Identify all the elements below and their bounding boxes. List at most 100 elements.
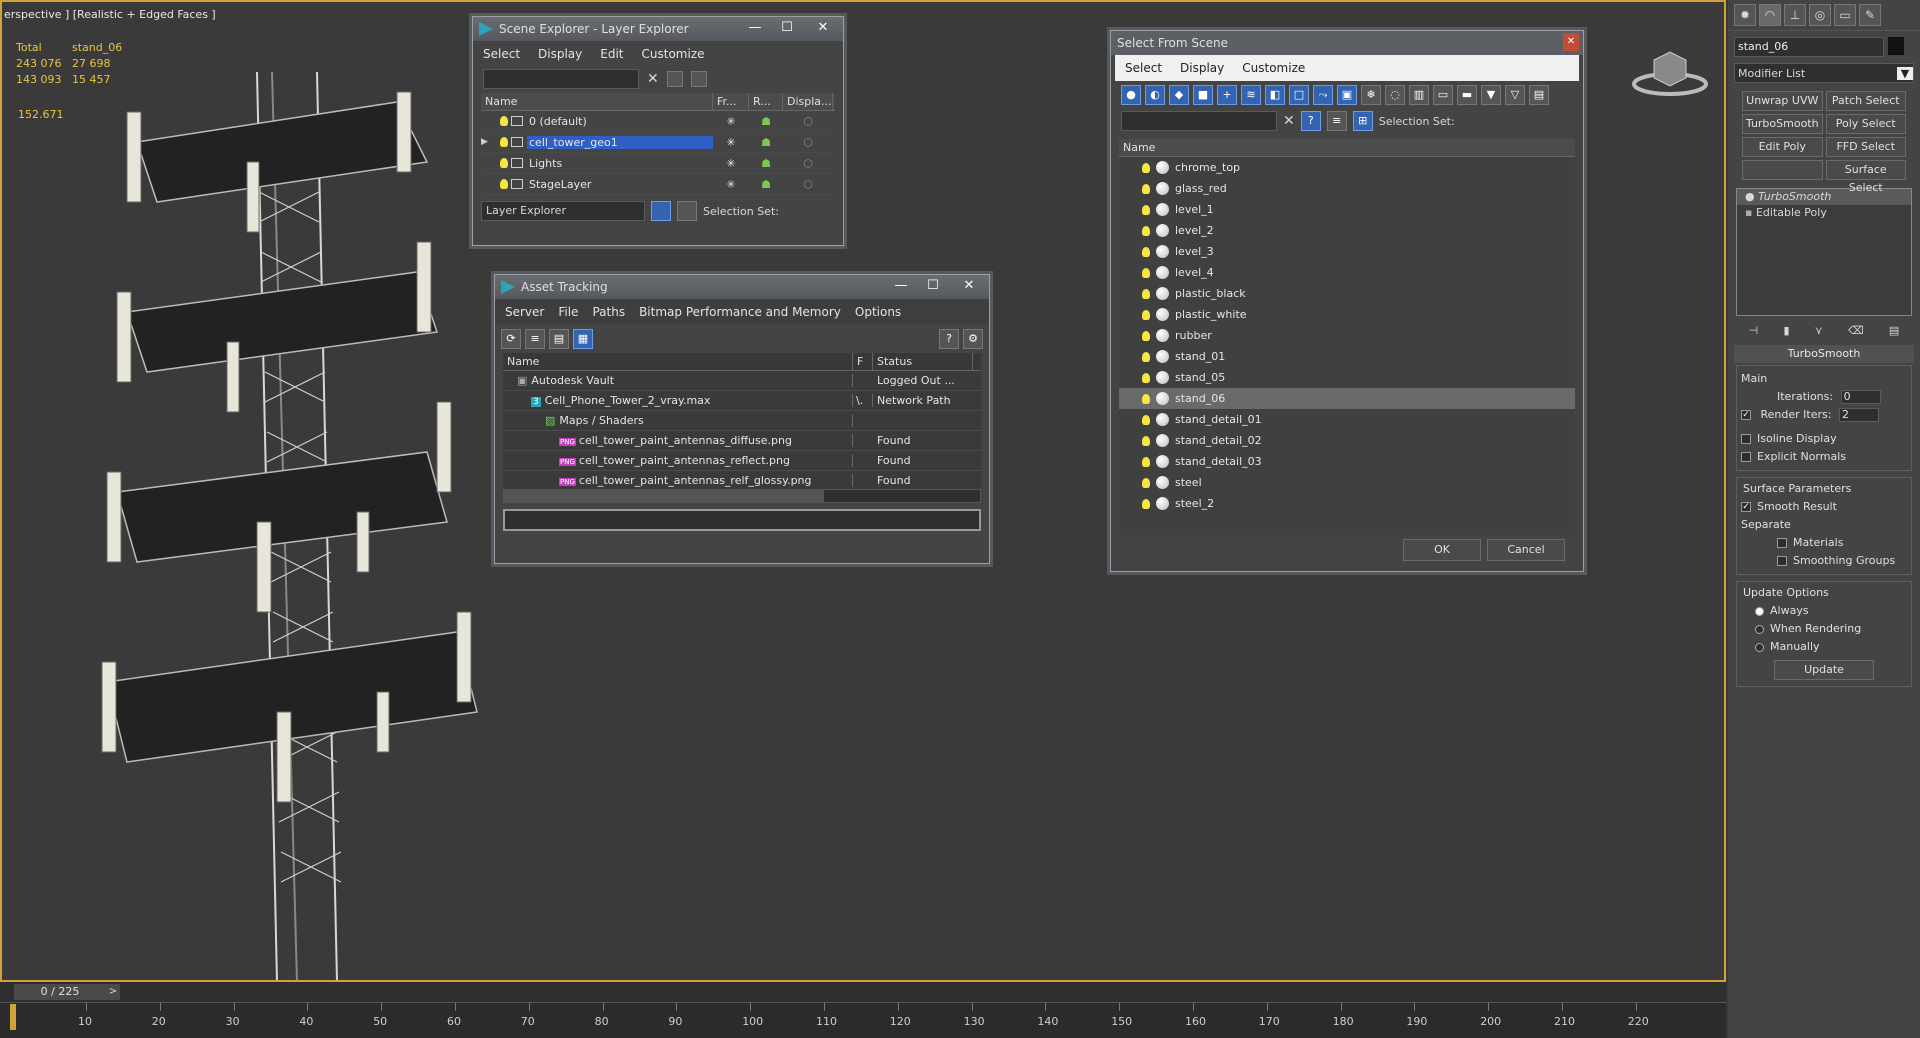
always-radio[interactable] xyxy=(1755,606,1764,616)
display-box-icon[interactable]: ⬡ xyxy=(783,136,833,149)
refresh-icon[interactable]: ⟳ xyxy=(501,329,521,349)
asset-tracking-titlebar[interactable]: Asset Tracking — ☐ ✕ xyxy=(495,275,989,299)
freeze-icon[interactable]: ✳ xyxy=(713,178,749,191)
object-row[interactable]: level_2 xyxy=(1119,220,1575,241)
col-display[interactable]: Displa... xyxy=(783,93,833,110)
object-row[interactable]: stand_05 xyxy=(1119,367,1575,388)
object-row[interactable]: stand_01 xyxy=(1119,346,1575,367)
modifier-set-button[interactable] xyxy=(1742,160,1823,180)
sfs-search-input[interactable] xyxy=(1121,111,1277,131)
spacewarps-filter-icon[interactable]: ≋ xyxy=(1241,85,1261,105)
current-frame-marker[interactable] xyxy=(10,1004,16,1030)
when-rendering-radio[interactable] xyxy=(1755,624,1764,634)
help-icon[interactable]: ? xyxy=(939,329,959,349)
modifier-set-button[interactable]: Surface Select xyxy=(1825,160,1906,194)
menu-bitmap[interactable]: Bitmap Performance and Memory xyxy=(639,305,841,319)
bulb-icon[interactable] xyxy=(1142,183,1150,194)
display-box-icon[interactable]: ⬡ xyxy=(783,178,833,191)
object-row[interactable]: rubber xyxy=(1119,325,1575,346)
timeline-ruler[interactable]: 10 20 30 40 50 60 70 80 90 100 110 120 130 140 150 160 1… xyxy=(0,1002,1726,1038)
next-frame-button[interactable]: > xyxy=(106,984,120,1000)
layer-row[interactable]: Lights ✳ ☗ ⬡ xyxy=(481,153,835,174)
motion-tab-icon[interactable]: ◎ xyxy=(1809,4,1831,26)
expand-icon[interactable]: ▪ xyxy=(1745,206,1756,219)
modifier-set-button[interactable]: FFD Select xyxy=(1825,137,1906,157)
col-status[interactable]: Status xyxy=(873,353,973,370)
display-box-icon[interactable]: ⬡ xyxy=(783,115,833,128)
layer-row[interactable]: 0 (default) ✳ ☗ ⬡ xyxy=(481,111,835,132)
layers-icon[interactable]: ≡ xyxy=(1326,111,1347,131)
asset-row[interactable]: PNG cell_tower_paint_antennas_reflect.png… xyxy=(503,451,981,471)
expand-icon[interactable]: ▶ xyxy=(481,137,497,147)
frozen-filter-icon[interactable]: ❄ xyxy=(1361,85,1381,105)
object-row[interactable]: stand_06 xyxy=(1119,388,1575,409)
menu-server[interactable]: Server xyxy=(505,305,544,319)
cell-tower-model[interactable] xyxy=(97,72,497,982)
stack-item-editable-poly[interactable]: ▪ Editable Poly xyxy=(1737,205,1911,221)
col-render[interactable]: R... xyxy=(749,93,783,110)
object-row[interactable]: plastic_white xyxy=(1119,304,1575,325)
col-f[interactable]: F xyxy=(853,353,873,370)
funnel-options-icon[interactable]: ▽ xyxy=(1505,85,1525,105)
bulb-icon[interactable] xyxy=(1142,309,1150,320)
bulb-icon[interactable] xyxy=(1142,498,1150,509)
shapes-filter-icon[interactable]: ◐ xyxy=(1145,85,1165,105)
object-row[interactable]: stand_detail_02 xyxy=(1119,430,1575,451)
bones-filter-icon[interactable]: ⤳ xyxy=(1313,85,1333,105)
modifier-set-button[interactable]: TurboSmooth xyxy=(1742,114,1823,134)
freeze-icon[interactable]: ✳ xyxy=(713,157,749,170)
menu-file[interactable]: File xyxy=(558,305,578,319)
bulb-icon[interactable] xyxy=(1142,267,1150,278)
render-teapot-icon[interactable]: ☗ xyxy=(749,157,783,170)
cancel-button[interactable]: Cancel xyxy=(1487,539,1565,561)
object-row[interactable]: glass_red xyxy=(1119,178,1575,199)
object-row[interactable]: steel_2 xyxy=(1119,493,1575,514)
table-view-icon[interactable]: ▦ xyxy=(573,329,593,349)
bulb-icon[interactable]: ● xyxy=(1745,190,1758,203)
freeze-icon[interactable]: ✳ xyxy=(713,136,749,149)
invert-filter-icon[interactable]: ▬ xyxy=(1457,85,1477,105)
geometry-filter-icon[interactable]: ● xyxy=(1121,85,1141,105)
object-row[interactable]: level_1 xyxy=(1119,199,1575,220)
iterations-spinner[interactable]: 0 xyxy=(1840,390,1881,404)
asset-path-field[interactable] xyxy=(503,509,981,531)
render-teapot-icon[interactable]: ☗ xyxy=(749,115,783,128)
bulb-icon[interactable] xyxy=(1142,330,1150,341)
close-button[interactable]: ✕ xyxy=(953,277,985,295)
menu-customize[interactable]: Customize xyxy=(642,47,705,61)
find-case-icon[interactable]: ? xyxy=(1300,111,1321,131)
object-name-field[interactable]: stand_06 xyxy=(1734,37,1884,57)
remove-modifier-icon[interactable]: ⌫ xyxy=(1848,324,1864,337)
select-from-scene-titlebar[interactable]: Select From Scene ✕ xyxy=(1111,31,1583,55)
object-row[interactable]: chrome_top xyxy=(1119,157,1575,178)
create-tab-icon[interactable]: ✹ xyxy=(1734,4,1756,26)
modifier-set-button[interactable]: Unwrap UVW xyxy=(1742,91,1823,111)
menu-edit[interactable]: Edit xyxy=(600,47,623,61)
bulb-icon[interactable] xyxy=(1142,372,1150,383)
list-view-icon[interactable]: ≡ xyxy=(525,329,545,349)
asset-row[interactable]: ▣ Autodesk Vault Logged Out ... xyxy=(503,371,981,391)
col-name[interactable]: Name xyxy=(1119,139,1573,156)
isoline-checkbox[interactable] xyxy=(1741,434,1751,444)
bulb-icon[interactable] xyxy=(1142,477,1150,488)
minimize-button[interactable]: — xyxy=(739,19,771,37)
containers-filter-icon[interactable]: ▣ xyxy=(1337,85,1357,105)
bulb-icon[interactable] xyxy=(1142,414,1150,425)
materials-checkbox[interactable] xyxy=(1777,538,1787,548)
bulb-icon[interactable] xyxy=(1142,435,1150,446)
explorer-type-dropdown[interactable]: Layer Explorer xyxy=(481,201,645,221)
render-iters-checkbox[interactable]: ✓ xyxy=(1741,410,1751,420)
modifier-set-button[interactable]: Patch Select xyxy=(1825,91,1906,111)
cameras-filter-icon[interactable]: ■ xyxy=(1193,85,1213,105)
hierarchy-tab-icon[interactable]: ⊥ xyxy=(1784,4,1806,26)
object-row[interactable]: stand_detail_03 xyxy=(1119,451,1575,472)
object-row[interactable]: level_4 xyxy=(1119,262,1575,283)
object-row[interactable]: stand_detail_01 xyxy=(1119,409,1575,430)
xrefs-filter-icon[interactable]: □ xyxy=(1289,85,1309,105)
close-button[interactable]: ✕ xyxy=(807,19,839,37)
bulb-icon[interactable] xyxy=(1142,225,1150,236)
bulb-icon[interactable] xyxy=(1142,162,1150,173)
utilities-tab-icon[interactable]: ✎ xyxy=(1859,4,1881,26)
funnel-icon[interactable]: ▼ xyxy=(1481,85,1501,105)
stack-item-turbosmooth[interactable]: ● TurboSmooth xyxy=(1737,189,1911,205)
